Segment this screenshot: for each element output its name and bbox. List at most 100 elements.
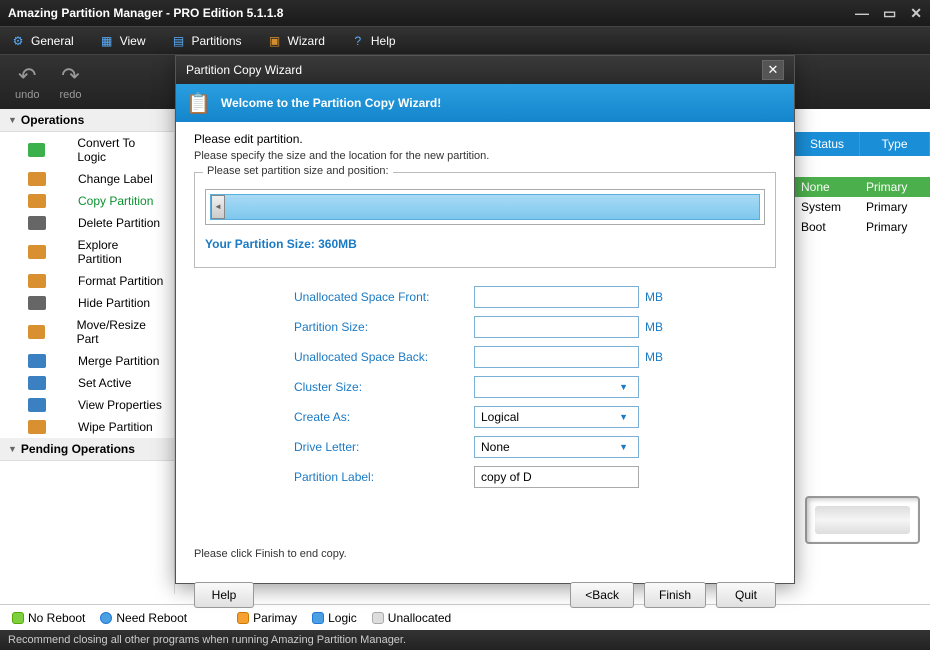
operation-icon xyxy=(28,172,46,186)
sidebar-item-label: Move/Resize Part xyxy=(77,318,164,346)
minimize-icon[interactable]: — xyxy=(855,5,869,22)
operation-icon xyxy=(28,245,46,259)
label-unalloc-back: Unallocated Space Back: xyxy=(294,350,474,364)
sidebar-item-change-label[interactable]: Change Label xyxy=(0,168,174,190)
sidebar-item-label: Explore Partition xyxy=(78,238,164,266)
cell-type: Primary xyxy=(860,200,930,214)
label-cluster-size: Cluster Size: xyxy=(294,380,474,394)
partitions-icon: ▤ xyxy=(171,33,187,49)
cell-type: Primary xyxy=(860,180,930,194)
fieldset-legend: Please set partition size and position: xyxy=(203,165,393,177)
app-title: Amazing Partition Manager - PRO Edition … xyxy=(8,6,283,20)
sidebar: ▼ Operations Convert To Logic Change Labe… xyxy=(0,109,175,594)
partition-copy-wizard: Partition Copy Wizard ✕ 📋 Welcome to the… xyxy=(175,55,795,584)
sidebar-item-label: Copy Partition xyxy=(78,194,153,208)
partition-slider[interactable] xyxy=(205,189,765,225)
sidebar-item-convert-to-logic[interactable]: Convert To Logic xyxy=(0,132,174,168)
disk-visual xyxy=(805,496,920,544)
sidebar-item-explore-partition[interactable]: Explore Partition xyxy=(0,234,174,270)
finish-button[interactable]: Finish xyxy=(644,582,706,608)
sidebar-item-format-partition[interactable]: Format Partition xyxy=(0,270,174,292)
row-unalloc-back: Unallocated Space Back: MB xyxy=(294,346,736,368)
wizard-header-text: Welcome to the Partition Copy Wizard! xyxy=(221,96,441,110)
col-status[interactable]: Status xyxy=(795,132,860,156)
menu-view-label: View xyxy=(120,34,146,48)
redo-button[interactable]: ↷ redo xyxy=(59,63,81,101)
sidebar-item-view-properties[interactable]: View Properties xyxy=(0,394,174,416)
table-row[interactable]: SystemPrimary xyxy=(795,197,930,217)
green-dot-icon xyxy=(12,612,24,624)
sidebar-item-label: Wipe Partition xyxy=(78,420,153,434)
window-controls: — ▭ ✕ xyxy=(855,5,922,22)
sidebar-item-label: Format Partition xyxy=(78,274,163,288)
finish-note: Please click Finish to end copy. xyxy=(194,548,776,560)
operations-header[interactable]: ▼ Operations xyxy=(0,109,174,132)
row-create-as: Create As: Logical ▼ xyxy=(294,406,736,428)
undo-icon: ↶ xyxy=(18,63,36,89)
back-button[interactable]: <Back xyxy=(570,582,634,608)
slider-handle[interactable] xyxy=(211,195,225,219)
operation-icon xyxy=(28,274,46,288)
cell-status: None xyxy=(795,180,860,194)
undo-label: undo xyxy=(15,89,39,101)
sidebar-item-merge-partition[interactable]: Merge Partition xyxy=(0,350,174,372)
sidebar-item-label: Convert To Logic xyxy=(77,136,164,164)
wizard-edit-heading: Please edit partition. xyxy=(194,132,776,146)
label-create-as: Create As: xyxy=(294,410,474,424)
quit-button[interactable]: Quit xyxy=(716,582,776,608)
wizard-icon: ▣ xyxy=(267,33,283,49)
sidebar-item-set-active[interactable]: Set Active xyxy=(0,372,174,394)
footer-bar: Recommend closing all other programs whe… xyxy=(0,630,930,650)
select-create-as[interactable]: Logical ▼ xyxy=(474,406,639,428)
wizard-footer: Help <Back Finish Quit xyxy=(176,570,794,620)
chevron-down-icon: ▼ xyxy=(8,115,17,125)
help-button[interactable]: Help xyxy=(194,582,254,608)
col-type[interactable]: Type xyxy=(860,132,930,156)
sidebar-item-hide-partition[interactable]: Hide Partition xyxy=(0,292,174,314)
operations-list: Convert To Logic Change Label Copy Partiti… xyxy=(0,132,174,438)
help-icon: ? xyxy=(350,33,366,49)
operation-icon xyxy=(28,354,46,368)
input-unalloc-back[interactable] xyxy=(474,346,639,368)
close-icon[interactable]: ✕ xyxy=(910,5,922,22)
redo-icon: ↷ xyxy=(61,63,79,89)
select-create-as-value: Logical xyxy=(481,410,519,424)
wizard-header: 📋 Welcome to the Partition Copy Wizard! xyxy=(176,84,794,122)
unit-mb: MB xyxy=(645,320,663,334)
sidebar-item-copy-partition[interactable]: Copy Partition xyxy=(0,190,174,212)
input-partition-size[interactable] xyxy=(474,316,639,338)
input-unalloc-front[interactable] xyxy=(474,286,639,308)
menu-general-label: General xyxy=(31,34,74,48)
grid-headers: Status Type xyxy=(795,132,930,156)
table-row[interactable]: NonePrimary xyxy=(795,177,930,197)
cell-status: System xyxy=(795,200,860,214)
maximize-icon[interactable]: ▭ xyxy=(883,5,896,22)
menu-general[interactable]: ⚙ General xyxy=(10,33,74,49)
select-cluster-size[interactable]: ▼ xyxy=(474,376,639,398)
select-drive-letter[interactable]: None ▼ xyxy=(474,436,639,458)
row-drive-letter: Drive Letter: None ▼ xyxy=(294,436,736,458)
operation-icon xyxy=(28,398,46,412)
menu-help[interactable]: ? Help xyxy=(350,33,396,49)
menu-view[interactable]: ▦ View xyxy=(99,33,146,49)
chevron-down-icon: ▼ xyxy=(619,382,628,392)
menu-partitions[interactable]: ▤ Partitions xyxy=(171,33,242,49)
redo-label: redo xyxy=(59,89,81,101)
undo-button[interactable]: ↶ undo xyxy=(15,63,39,101)
pending-operations-header[interactable]: ▼ Pending Operations xyxy=(0,438,174,461)
sidebar-item-label: Merge Partition xyxy=(78,354,159,368)
slider-track xyxy=(210,194,760,220)
wizard-body: Please edit partition. Please specify th… xyxy=(176,122,794,570)
wizard-close-button[interactable]: ✕ xyxy=(762,60,784,80)
sidebar-item-wipe-partition[interactable]: Wipe Partition xyxy=(0,416,174,438)
menu-wizard[interactable]: ▣ Wizard xyxy=(267,33,325,49)
menubar: ⚙ General ▦ View ▤ Partitions ▣ Wizard ?… xyxy=(0,26,930,54)
table-row[interactable]: BootPrimary xyxy=(795,217,930,237)
input-partition-label[interactable] xyxy=(474,466,639,488)
sidebar-item-move-resize-part[interactable]: Move/Resize Part xyxy=(0,314,174,350)
row-partition-label: Partition Label: xyxy=(294,466,736,488)
sidebar-item-delete-partition[interactable]: Delete Partition xyxy=(0,212,174,234)
wizard-edit-desc: Please specify the size and the location… xyxy=(194,150,776,162)
label-drive-letter: Drive Letter: xyxy=(294,440,474,454)
partition-size-fieldset: Please set partition size and position: … xyxy=(194,172,776,268)
